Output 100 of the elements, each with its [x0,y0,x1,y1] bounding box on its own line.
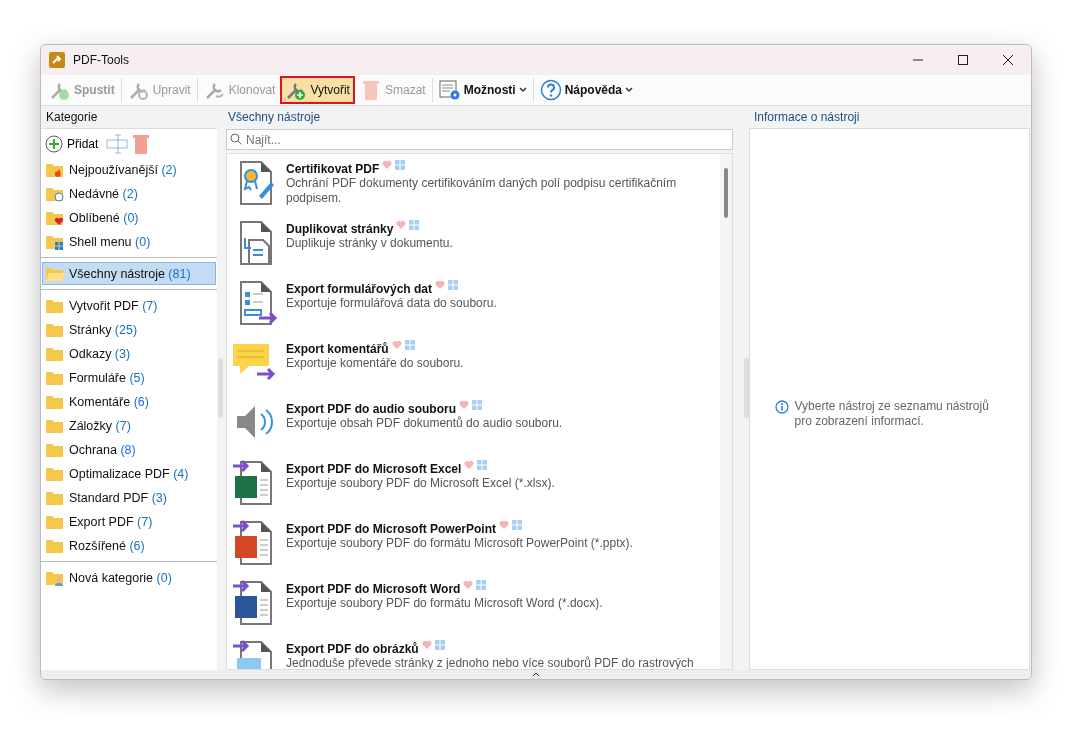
tool-item[interactable]: Export PDF do Microsoft PowerPoint Exportuje soubory PDF do formátu Microsoft PowerPoint (*.pptx). [227,514,720,574]
category-item[interactable]: Optimalizace PDF (4) [42,462,216,485]
tool-name: Duplikovat stránky [286,222,394,236]
windows-icon[interactable] [476,580,487,590]
folder-icon [45,369,65,386]
heart-icon[interactable] [499,520,509,529]
folder-icon [45,537,65,554]
toolbar-button[interactable]: Možnosti [433,76,532,104]
folder-icon [45,417,65,434]
category-item[interactable]: Komentáře (6) [42,390,216,413]
category-item[interactable]: Rozšířené (6) [42,534,216,557]
category-item[interactable]: Nová kategorie (0) [42,566,216,589]
folder-icon [45,465,65,482]
category-item[interactable]: Nejpoužívanější (2) [42,158,216,181]
add-button[interactable]: Přidat [45,135,99,153]
panel-title: Kategorie [41,106,217,128]
close-icon[interactable] [1003,55,1013,65]
windows-icon[interactable] [404,340,415,350]
info-message: Vyberte nástroj ze seznamu nástrojů pro zobrazení informací. [794,399,990,429]
caret-icon [518,87,527,93]
expand-handle-icon[interactable] [532,672,540,677]
folder-icon [45,569,65,586]
tool-item[interactable]: Export PDF do Microsoft Word Exportuje soubory PDF do formátu Microsoft Word (*.docx). [227,574,720,634]
collapse-handle[interactable] [217,358,223,418]
tool-name: Export PDF do Microsoft Excel [286,462,462,476]
windows-icon[interactable] [448,280,459,290]
heart-icon[interactable] [435,280,446,289]
tool-description: Duplikuje stránky v dokumentu. [286,236,454,251]
folder-icon [45,161,65,178]
category-item[interactable]: Všechny nástroje (81) [42,262,216,285]
heart-icon[interactable] [391,340,402,349]
tool-name: Export PDF do audio souboru [286,402,456,416]
tool-item[interactable]: Export PDF do Microsoft Excel Exportuje soubory PDF do Microsoft Excel (*.xlsx). [227,454,720,514]
category-item[interactable]: Standard PDF (3) [42,486,216,509]
folder-icon [45,297,65,314]
folder-icon [45,265,65,282]
tool-name: Export formulářových dat [286,282,433,296]
caret-icon [625,87,633,93]
tool-item[interactable]: Export komentářů Exportuje komentáře do souboru. [227,334,720,394]
tool-description: Exportuje komentáře do souboru. [286,356,465,371]
tool-item[interactable]: Export formulářových dat Exportuje formulářová data do souboru. [227,274,720,334]
folder-icon [45,489,65,506]
toolbar-button[interactable]: Nápověda [534,76,638,104]
settings-icon [438,79,461,101]
category-item[interactable]: Odkazy (3) [42,342,216,365]
category-item[interactable]: Ochrana (8) [42,438,216,461]
toolbar-button[interactable]: Vytvořit [280,76,355,104]
tool-name: Export PDF do Microsoft Word [286,582,461,596]
app-logo-icon [49,52,65,68]
tool-description: Ochrání PDF dokumenty certifikováním daných polí podpisu certifikačním podpisem. [286,176,678,206]
plus-icon [45,135,63,153]
heart-icon[interactable] [459,400,469,409]
category-item[interactable]: Export PDF (7) [42,510,216,533]
heart-icon[interactable] [421,640,432,649]
folder-icon [45,393,65,410]
folder-icon [45,321,65,338]
help-icon [539,79,562,101]
window-title: PDF-Tools [73,53,130,67]
search-icon [230,133,242,145]
tool-description: Exportuje obsah PDF dokumentů do audio souboru. [286,416,564,431]
category-item[interactable]: Záložky (7) [42,414,216,437]
panel-title: Informace o nástroji [753,109,861,126]
category-item[interactable]: Oblíbené (0) [42,206,216,229]
tool-name: Export PDF do obrázků [286,642,419,656]
trash-icon[interactable] [132,133,151,155]
tool-name: Export PDF do Microsoft PowerPoint [286,522,496,536]
windows-icon[interactable] [472,400,482,410]
folder-icon [45,209,65,226]
tool-description: Exportuje soubory PDF do formátu Microsoft Word (*.docx). [286,596,604,611]
folder-icon [45,185,65,202]
category-item[interactable]: Stránky (25) [42,318,216,341]
category-item[interactable]: Vytvořit PDF (7) [42,294,216,317]
windows-icon[interactable] [434,640,445,650]
tool-description: Exportuje soubory PDF do formátu Microsoft PowerPoint (*.pptx). [286,536,634,551]
collapse-handle[interactable] [743,358,749,418]
scrollbar[interactable] [720,154,732,669]
windows-icon[interactable] [512,520,522,530]
tool-item[interactable]: Duplikovat stránky Duplikuje stránky v dokumentu. [227,214,720,274]
windows-icon[interactable] [409,220,420,230]
tool-item[interactable]: Export PDF do audio souboru Exportuje obsah PDF dokumentů do audio souboru. [227,394,720,454]
folder-icon [45,513,65,530]
search-field[interactable]: Najít... [226,129,733,150]
heart-icon[interactable] [396,220,407,229]
category-item[interactable]: Nedávné (2) [42,182,216,205]
windows-icon[interactable] [477,460,488,470]
tool-item[interactable]: Certifikovat PDF Ochrání PDF dokumenty certifikováním daných polí podpisu certifikačním podpisem. [227,154,720,214]
heart-icon[interactable] [382,160,393,169]
heart-icon[interactable] [464,460,475,469]
heart-icon[interactable] [463,580,474,589]
info-icon [774,400,789,414]
maximize-icon[interactable] [958,55,968,65]
category-item[interactable]: Shell menu (0) [42,230,216,253]
tool-description: Exportuje soubory PDF do Microsoft Excel (*.xlsx). [286,476,556,491]
folder-icon [45,345,65,362]
panel-title: Všechny nástroje [227,109,322,126]
tool-name: Export komentářů [286,342,389,356]
windows-icon[interactable] [395,160,406,170]
rename-icon[interactable] [106,134,129,154]
folder-icon [45,441,65,458]
category-item[interactable]: Formuláře (5) [42,366,216,389]
